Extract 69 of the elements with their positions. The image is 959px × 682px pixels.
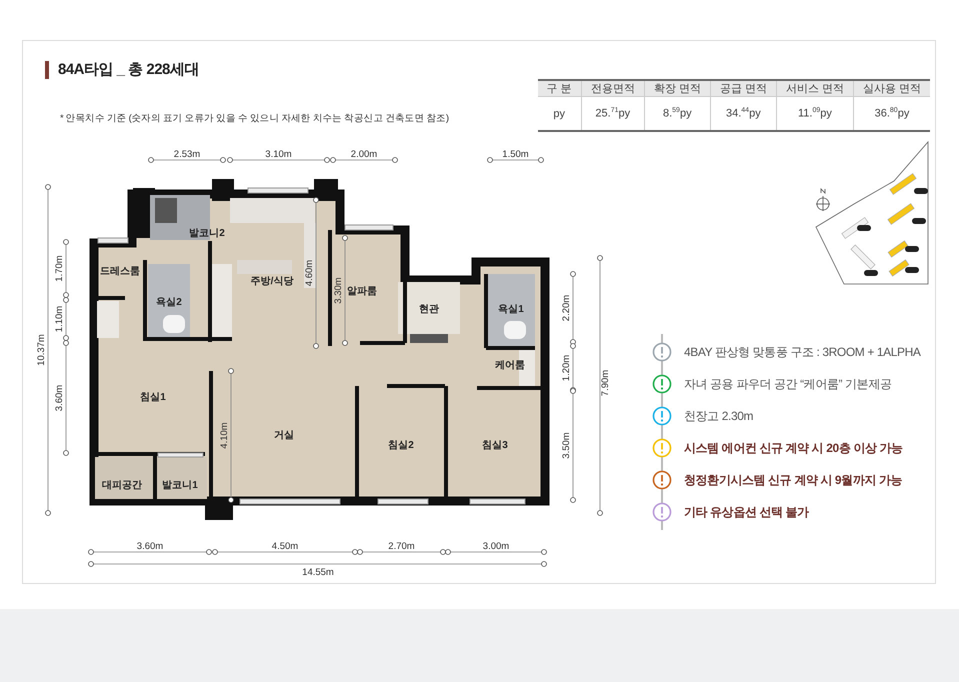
closet: [97, 301, 119, 338]
dimension-label: 2.53m: [174, 149, 200, 160]
room-label: 발코니1: [162, 480, 198, 491]
wall-column: [212, 179, 234, 201]
feature-text: 청정환기시스템 신규 계약 시 9월까지 가능: [684, 472, 902, 488]
table-header: 실사용 면적: [853, 80, 930, 96]
room-label: 현관: [419, 304, 439, 315]
dimension-label: 4.60m: [304, 260, 315, 286]
feature-text: 시스템 에어컨 신규 계약 시 20층 이상 가능: [684, 440, 903, 456]
dimension-label: 3.60m: [136, 541, 164, 552]
table-cell: 25.$^{71}$py: [581, 96, 644, 131]
plan-title: 84A타입 _ 총 228세대: [45, 61, 449, 79]
room-label: 케어룸: [495, 360, 525, 371]
window: [344, 224, 394, 230]
window: [248, 188, 308, 194]
room-label: 침실1: [140, 392, 166, 403]
table-header: 구 분: [538, 80, 582, 96]
dimension-label: 7.90m: [600, 370, 610, 396]
room-label: 욕실2: [156, 297, 182, 308]
table-header: 확장 면적: [644, 80, 710, 96]
dimension-label: 2.20m: [561, 294, 572, 322]
entrance-floor: [398, 282, 460, 334]
window: [158, 452, 204, 458]
feature-text: 자녀 공용 파우더 공간 “케어룸” 기본제공: [684, 376, 892, 392]
room-label: 드레스룸: [100, 266, 140, 277]
room-label: 거실: [274, 430, 294, 441]
room-label: 발코니2: [189, 228, 225, 239]
dimension-label: 3.10m: [265, 149, 292, 160]
room-label: 대피공간: [102, 480, 142, 491]
room-label: 주방/식당: [250, 276, 294, 287]
dimension-label: 3.50m: [561, 432, 572, 459]
table-cell: py: [538, 96, 582, 131]
dimension-label: 1.70m: [54, 255, 65, 282]
dimension-label: 4.10m: [219, 422, 230, 449]
compass-icon: [816, 188, 830, 212]
dimension-label: 1.20m: [561, 354, 572, 382]
room-label: 알파룸: [347, 286, 377, 297]
wall-column: [314, 179, 338, 201]
table-header: 공급 면적: [710, 80, 776, 96]
bathroom-floor: [488, 274, 535, 346]
dimension-label: 3.30m: [333, 277, 344, 304]
dimension-label: 1.10m: [54, 306, 65, 332]
window: [378, 498, 428, 504]
room-label: 침실3: [482, 440, 508, 451]
dimension-label: 1.50m: [502, 149, 529, 160]
dimension-label: 10.37m: [36, 334, 47, 366]
dimension-label: 2.00m: [350, 149, 378, 160]
doormat: [410, 334, 448, 343]
dimension-line: [487, 157, 544, 163]
table-header: 서비스 면적: [776, 80, 854, 96]
utility-cabinet: [155, 198, 177, 223]
feature-text: 기타 유상옵션 선택 불가: [684, 504, 809, 520]
table-header: 전용면적: [581, 80, 644, 96]
table-cell: 11.$^{09}$py: [776, 96, 854, 131]
dimension-label: 3.00m: [482, 541, 510, 552]
window: [470, 498, 526, 504]
table-cell: 36.$^{80}$py: [853, 96, 930, 131]
room-label: 침실2: [388, 440, 414, 451]
feature-text: 4BAY 판상형 맞통풍 구조 : 3ROOM + 1ALPHA: [684, 344, 920, 360]
feature-text: 천장고 2.30m: [684, 408, 754, 424]
dimension-label: 3.60m: [54, 384, 65, 412]
dimension-label: 4.50m: [272, 541, 298, 552]
window: [98, 238, 128, 244]
dimension-note: * 안목치수 기준 (숫자의 표기 오류가 있을 수 있으니 자세한 치수는 착공신고 건축도면 참조): [60, 112, 449, 125]
table-cell: 34.$^{44}$py: [710, 96, 776, 131]
table-cell: 8.$^{59}$py: [644, 96, 710, 131]
dimension-label: 14.55m: [302, 567, 334, 578]
room-label: 욕실1: [498, 304, 524, 315]
dimension-label: 2.70m: [388, 541, 415, 552]
